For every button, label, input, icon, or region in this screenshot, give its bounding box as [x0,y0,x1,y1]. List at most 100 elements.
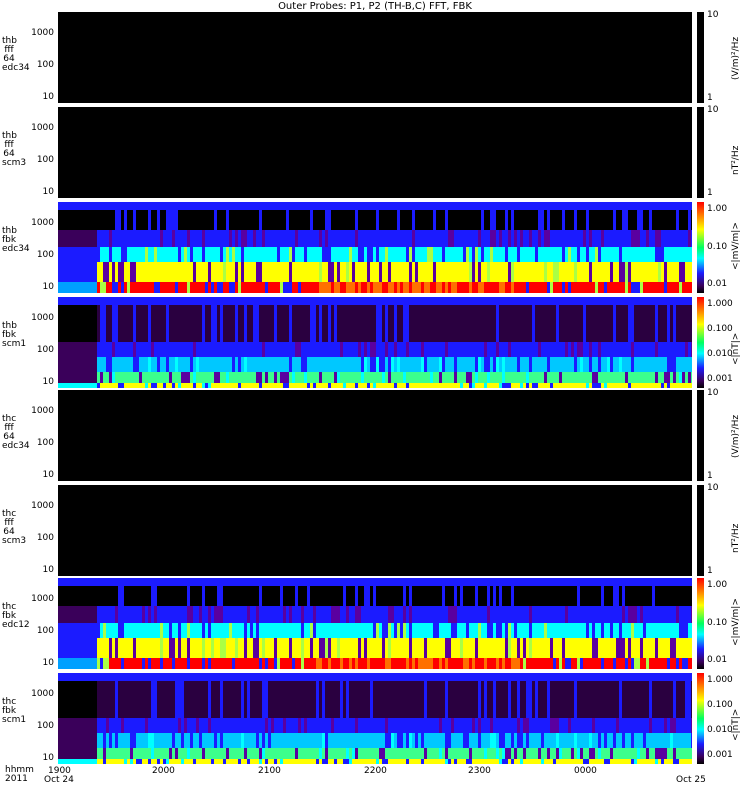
color-bar [697,202,704,293]
panel-label-6: thc fff 64 scm3 [2,510,27,546]
x-axis-label: hhmm 2011 [5,766,34,784]
panel-label-line: edc34 [2,244,30,254]
y-tick-label: 1000 [31,27,54,38]
color-bar-tick: 1.00 [707,580,728,590]
y-tick-label: 10 [42,281,54,292]
panel-label-5: thc fff 64 edc34 [2,415,30,451]
spectrogram-panel-6 [58,485,692,576]
color-bar-tick: 0.01 [707,655,728,665]
color-bar-tick: 10 [707,10,719,20]
color-bar-label: <|nT|> [731,708,741,741]
color-bar-tick: 10 [707,105,719,115]
color-bar-tick: 1 [707,188,713,198]
spectrogram-panel-1 [58,12,692,103]
y-tick-label: 1000 [31,500,54,511]
color-bar-tick: 0.001 [707,750,733,760]
color-bar-tick: 0.100 [707,324,733,334]
x-date-end: Oct 25 [676,775,706,785]
panel-label-2: thb fff 64 scm3 [2,132,27,168]
y-tick-label: 1000 [31,217,54,228]
x-tick-label: 2200 [364,766,387,776]
color-bar [697,578,704,669]
color-bar-label: <|nT|> [731,332,741,365]
spectrogram-image [58,673,692,764]
y-tick-label: 10 [42,564,54,575]
spectrogram-panel-3 [58,202,692,293]
color-bar-tick: 0.100 [707,700,733,710]
color-bar-tick: 1 [707,93,713,103]
color-bar-tick: 0.010 [707,349,733,359]
y-tick-label: 1000 [31,405,54,416]
y-tick-label: 10 [42,376,54,387]
panel-label-line: edc34 [2,441,30,451]
color-bar [697,390,704,481]
y-tick-label: 10 [42,657,54,668]
spectrogram-panel-5 [58,390,692,481]
panel-label-1: thb fff 64 edc34 [2,37,30,73]
panel-label-8: thc fbk scm1 [2,698,27,725]
color-bar-tick: 1.000 [707,299,733,309]
color-bar-label: (V/m)²/Hz [731,414,741,458]
color-bar-label: <|mV/m|> [731,221,741,270]
y-tick-label: 100 [36,344,54,355]
panel-label-3: thb fbk edc34 [2,227,30,254]
color-bar [697,485,704,576]
color-bar [697,107,704,198]
color-bar [697,673,704,764]
panel-label-line: scm3 [2,536,27,546]
panel-label-4: thb fbk scm1 [2,322,27,349]
color-bar-tick: 0.10 [707,241,728,252]
y-tick-label: 100 [36,437,54,448]
spectrogram-panel-2 [58,107,692,198]
y-tick-label: 1000 [31,688,54,699]
panel-label-line: edc34 [2,63,30,73]
color-bar-tick: 1.000 [707,675,733,685]
color-bar-tick: 10 [707,483,719,493]
y-tick-label: 10 [42,752,54,763]
y-tick-label: 10 [42,469,54,480]
color-bar-tick: 0.001 [707,374,733,384]
color-bar [697,297,704,388]
color-bar-tick: 0.010 [707,725,733,735]
panel-label-line: scm1 [2,339,27,349]
color-bar-tick: 0.10 [707,617,728,628]
color-bar-label: (V/m)²/Hz [731,36,741,80]
spectrogram-panel-7 [58,578,692,669]
color-bar-label: <|mV/m|> [731,597,741,646]
y-tick-label: 1000 [31,593,54,604]
x-date-start: Oct 24 [44,775,74,785]
y-tick-label: 100 [36,625,54,636]
color-bar-tick: 1.00 [707,204,728,214]
panel-label-7: thc fbk edc12 [2,603,30,630]
spectrogram-image [58,202,692,293]
panel-label-line: edc12 [2,620,30,630]
spectrogram-image [58,578,692,669]
color-bar-tick: 1 [707,566,713,576]
spectrogram-panel-8 [58,673,692,764]
panel-label-line: scm3 [2,158,27,168]
y-tick-label: 1000 [31,312,54,323]
y-tick-label: 10 [42,186,54,197]
chart-title: Outer Probes: P1, P2 (TH-B,C) FFT, FBK [278,1,472,12]
panel-label-line: scm1 [2,715,27,725]
color-bar-tick: 1 [707,471,713,481]
color-bar-label: nT²/Hz [731,145,741,175]
color-bar-tick: 10 [707,388,719,398]
color-bar-label: nT²/Hz [731,523,741,553]
y-tick-label: 100 [36,59,54,70]
color-bar-tick: 0.01 [707,279,728,289]
y-tick-label: 100 [36,154,54,165]
y-tick-label: 1000 [31,122,54,133]
y-tick-label: 100 [36,249,54,260]
x-tick-label: 2300 [468,766,491,776]
spectrogram-image [58,297,692,388]
y-tick-label: 100 [36,532,54,543]
x-tick-label: 2100 [258,766,281,776]
x-tick-label: 2000 [152,766,175,776]
color-bar [697,12,704,103]
y-tick-label: 10 [42,91,54,102]
spectrogram-panel-4 [58,297,692,388]
y-tick-label: 100 [36,720,54,731]
year-label: 2011 [5,774,28,784]
x-tick-label: 0000 [574,766,597,776]
